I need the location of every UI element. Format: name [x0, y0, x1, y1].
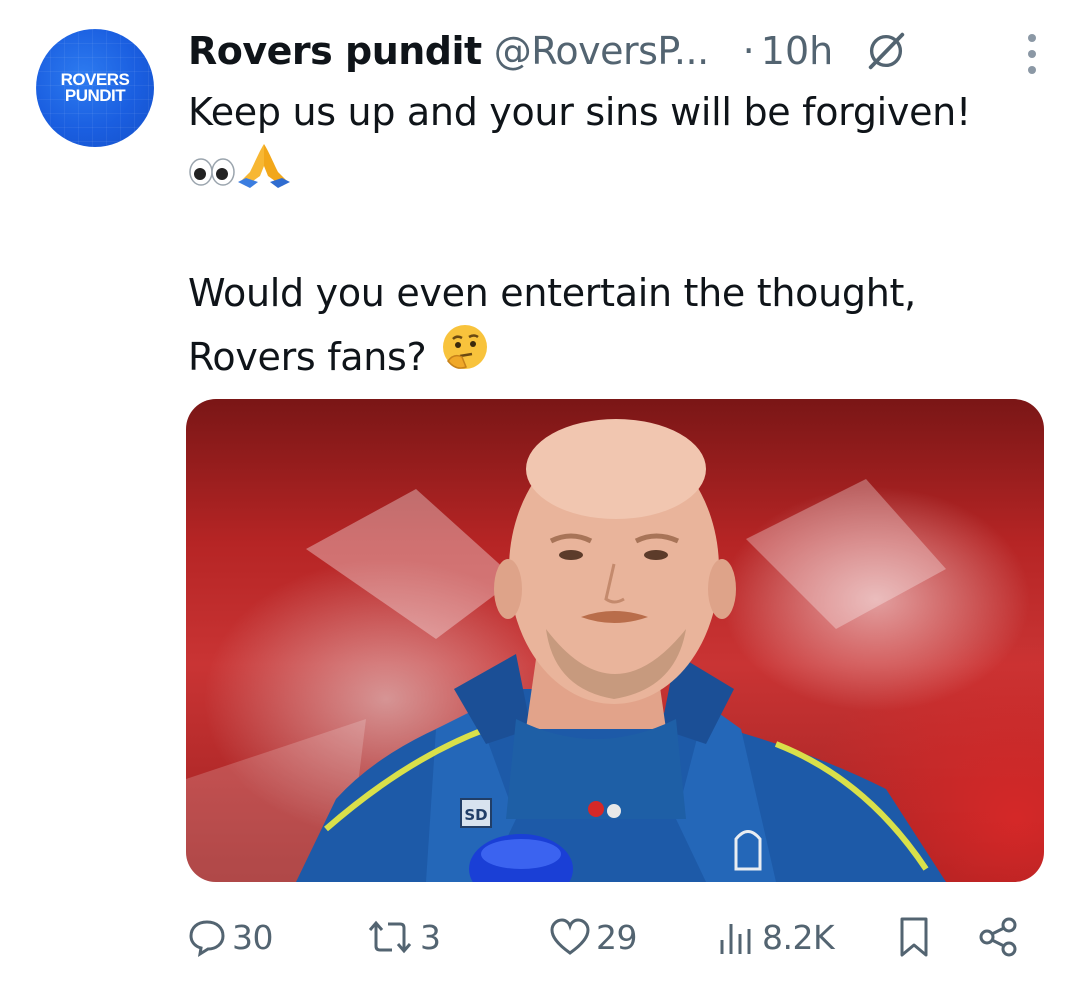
jacket-badge-text: SD	[464, 806, 487, 824]
thinking-face-emoji	[440, 323, 490, 391]
more-vertical-icon[interactable]	[1026, 34, 1038, 74]
man-portrait-illustration: SD	[186, 419, 946, 882]
heart-icon	[550, 918, 590, 955]
like-button[interactable]: 29	[548, 912, 638, 962]
post-text-line1: Keep us up and your sins will be forgive…	[188, 90, 971, 134]
reply-button[interactable]: 30	[186, 912, 274, 962]
views-count: 8.2K	[762, 917, 835, 957]
repost-button[interactable]: 3	[364, 912, 441, 962]
avatar-text-line2: PUNDIT	[64, 86, 126, 105]
post-text-line2	[188, 143, 292, 205]
share-icon	[979, 917, 1017, 957]
post-actions: 30 3 29 8.2K	[186, 912, 1046, 962]
reply-count: 30	[232, 917, 274, 957]
bookmark-button[interactable]	[894, 912, 934, 962]
like-count: 29	[596, 917, 638, 957]
display-name[interactable]: Rovers pundit	[188, 29, 482, 73]
separator-dot: ·	[742, 29, 755, 73]
user-handle[interactable]: @RoversP...	[494, 29, 709, 73]
post-header: Rovers pundit @RoversP... · 10h	[188, 24, 1048, 78]
post-text-line4: Rovers fans?	[188, 335, 427, 379]
post-text-line4-wrap: Rovers fans?	[188, 323, 490, 391]
views-icon	[720, 924, 751, 954]
views-button[interactable]: 8.2K	[714, 912, 835, 962]
repost-icon	[368, 920, 412, 954]
share-button[interactable]	[976, 912, 1020, 962]
avatar[interactable]: ROVERS PUNDIT	[36, 29, 154, 147]
praying-hands-emoji	[236, 142, 292, 206]
bookmark-icon	[900, 917, 928, 957]
post-text-line3: Would you even entertain the thought,	[188, 271, 916, 315]
grok-icon[interactable]	[863, 28, 909, 74]
repost-count: 3	[420, 917, 441, 957]
post-time[interactable]: 10h	[761, 29, 833, 73]
reply-icon	[189, 920, 225, 958]
eyes-emoji	[188, 143, 236, 205]
post-image[interactable]: SD	[186, 399, 1044, 882]
